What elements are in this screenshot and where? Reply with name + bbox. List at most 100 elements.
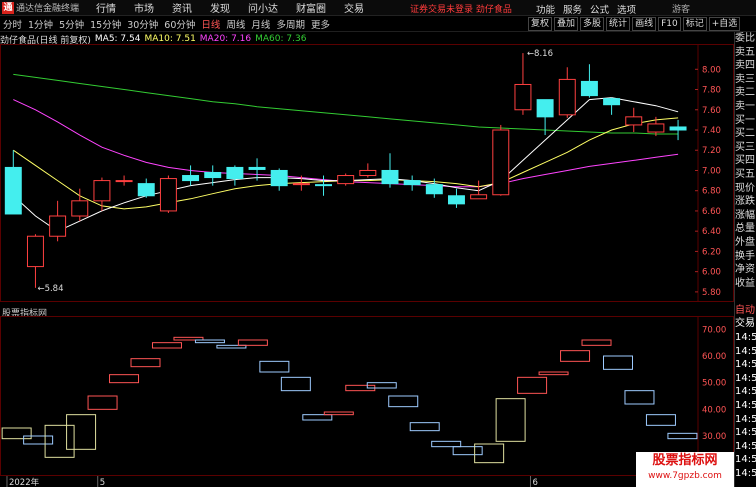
sidebar-item-18[interactable]: 收益 bbox=[735, 277, 756, 291]
sidebar-item-19[interactable] bbox=[735, 290, 756, 304]
watermark: 股票指标网 www.7gpzb.com bbox=[636, 452, 734, 487]
sidebar-item-8[interactable]: 买三 bbox=[735, 141, 756, 155]
period-tab-7[interactable]: 周线 bbox=[223, 17, 248, 31]
sidebar-item-0[interactable]: 委比 bbox=[735, 32, 756, 46]
sidebar-item-28[interactable]: 14:5 bbox=[735, 413, 756, 427]
price-tick-3: 7.40 bbox=[702, 126, 721, 136]
menu-item-4[interactable]: 问小达 bbox=[239, 0, 287, 15]
sidebar-item-24[interactable]: 14:5 bbox=[735, 358, 756, 372]
sidebar-item-2[interactable]: 卖四 bbox=[735, 59, 756, 73]
ma20-value: MA20: 7.16 bbox=[199, 34, 252, 44]
ma5-line bbox=[12, 97, 679, 232]
tool-button-7[interactable]: +自选 bbox=[708, 17, 741, 31]
tool-button-1[interactable]: 叠加 bbox=[554, 17, 579, 31]
sidebar-item-1[interactable]: 卖五 bbox=[735, 46, 756, 60]
indicator-box-30 bbox=[645, 414, 676, 426]
candle-body-22 bbox=[492, 129, 510, 196]
sidebar-item-3[interactable]: 卖三 bbox=[735, 73, 756, 87]
sidebar-item-10[interactable]: 买五 bbox=[735, 168, 756, 182]
login-notice[interactable]: 证券交易未登录 劲仔食品 bbox=[410, 2, 512, 15]
sidebar-item-17[interactable]: 净资 bbox=[735, 263, 756, 277]
menu-item-6[interactable]: 交易 bbox=[335, 0, 373, 15]
indicator-box-29 bbox=[624, 390, 655, 405]
sidebar-item-7[interactable]: 买二 bbox=[735, 127, 756, 141]
price-tick-0: 8.00 bbox=[702, 65, 721, 75]
right-menu-item-3[interactable]: 选项 bbox=[613, 2, 640, 16]
candle-body-29 bbox=[647, 123, 665, 133]
candle-body-13 bbox=[292, 183, 310, 186]
period-tab-6[interactable]: 日线 bbox=[198, 17, 223, 31]
menu-item-1[interactable]: 市场 bbox=[125, 0, 163, 15]
sidebar-item-22[interactable]: 14:5 bbox=[735, 331, 756, 345]
period-tab-8[interactable]: 月线 bbox=[248, 17, 273, 31]
period-tab-1[interactable]: 1分钟 bbox=[25, 17, 56, 31]
ma10-value: MA10: 7.51 bbox=[144, 34, 196, 44]
sidebar-item-26[interactable]: 14:5 bbox=[735, 385, 756, 399]
menu-item-0[interactable]: 行情 bbox=[87, 0, 125, 15]
tool-button-4[interactable]: 画线 bbox=[632, 17, 657, 31]
sidebar-item-21[interactable]: 交易 bbox=[735, 317, 756, 331]
sidebar-item-23[interactable]: 14:5 bbox=[735, 345, 756, 359]
period-tab-3[interactable]: 15分钟 bbox=[87, 17, 124, 31]
indicator-box-31 bbox=[667, 432, 698, 440]
sidebar-item-16[interactable]: 换手 bbox=[735, 250, 756, 264]
price-tick-4: 7.20 bbox=[702, 146, 721, 156]
right-menu: 功能 服务 公式 选项 bbox=[532, 2, 640, 16]
period-tab-10[interactable]: 更多 bbox=[308, 17, 333, 31]
indicator-tick-3: 40.00 bbox=[702, 405, 726, 415]
right-menu-item-0[interactable]: 功能 bbox=[532, 2, 559, 16]
sidebar-item-31[interactable]: 14:5 bbox=[735, 453, 756, 467]
indicator-box-20 bbox=[431, 440, 462, 448]
watermark-title: 股票指标网 bbox=[652, 453, 718, 468]
period-tab-5[interactable]: 60分钟 bbox=[161, 17, 198, 31]
sidebar-item-4[interactable]: 卖二 bbox=[735, 86, 756, 100]
right-menu-item-2[interactable]: 公式 bbox=[586, 2, 613, 16]
candle-body-10 bbox=[226, 166, 244, 180]
indicator-box-6 bbox=[130, 358, 161, 368]
price-tick-6: 6.80 bbox=[702, 187, 721, 197]
price-tick-1: 7.80 bbox=[702, 86, 721, 96]
sidebar-item-13[interactable]: 涨幅 bbox=[735, 209, 756, 223]
sidebar-item-5[interactable]: 卖一 bbox=[735, 100, 756, 114]
indicator-box-4 bbox=[87, 395, 118, 410]
candle-body-16 bbox=[359, 169, 377, 177]
sidebar-item-32[interactable]: 14:5 bbox=[735, 467, 756, 481]
menu-item-3[interactable]: 发现 bbox=[201, 0, 239, 15]
tool-button-5[interactable]: F10 bbox=[658, 17, 681, 31]
tool-button-2[interactable]: 多股 bbox=[580, 17, 605, 31]
user-label[interactable]: 游客 bbox=[672, 2, 690, 15]
sidebar-item-20[interactable]: 自动 bbox=[735, 304, 756, 318]
period-tab-0[interactable]: 分时 bbox=[0, 17, 25, 31]
sidebar-item-25[interactable]: 14:5 bbox=[735, 372, 756, 386]
indicator-box-9 bbox=[194, 339, 225, 344]
candle-body-17 bbox=[381, 169, 399, 185]
sidebar-item-29[interactable]: 14:5 bbox=[735, 426, 756, 440]
kline-chart[interactable]: 8.00 7.80 7.60 7.40 7.20 7.00 6.80 6.60 6.40 6.20… bbox=[0, 44, 734, 302]
menu-item-2[interactable]: 资讯 bbox=[163, 0, 201, 15]
price-tick-11: 5.80 bbox=[702, 288, 721, 298]
sidebar-item-14[interactable]: 总量 bbox=[735, 222, 756, 236]
right-menu-item-1[interactable]: 服务 bbox=[559, 2, 586, 16]
indicator-tick-4: 30.00 bbox=[702, 432, 726, 442]
price-tick-8: 6.40 bbox=[702, 227, 721, 237]
menu-item-5[interactable]: 财富圈 bbox=[287, 0, 335, 15]
period-tab-4[interactable]: 30分钟 bbox=[124, 17, 161, 31]
tool-button-0[interactable]: 复权 bbox=[528, 17, 553, 31]
period-tab-2[interactable]: 5分钟 bbox=[56, 17, 87, 31]
candle-body-30 bbox=[669, 126, 687, 131]
sidebar-item-15[interactable]: 外盘 bbox=[735, 236, 756, 250]
indicator-box-1 bbox=[23, 435, 54, 445]
candle-body-26 bbox=[580, 80, 598, 97]
sidebar-item-6[interactable]: 买一 bbox=[735, 114, 756, 128]
sidebar-item-9[interactable]: 买四 bbox=[735, 154, 756, 168]
period-tab-9[interactable]: 多周期 bbox=[273, 17, 308, 31]
tool-button-3[interactable]: 统计 bbox=[606, 17, 631, 31]
indicator-box-15 bbox=[323, 411, 354, 416]
tool-button-6[interactable]: 标记 bbox=[682, 17, 707, 31]
indicator-chart[interactable]: 70.0060.0050.0040.0030.0020.00 bbox=[0, 316, 734, 476]
sidebar-item-30[interactable]: 14:5 bbox=[735, 440, 756, 454]
sidebar-item-11[interactable]: 现价 bbox=[735, 182, 756, 196]
indicator-box-3 bbox=[66, 414, 97, 450]
sidebar-item-27[interactable]: 14:5 bbox=[735, 399, 756, 413]
sidebar-item-12[interactable]: 涨跌 bbox=[735, 195, 756, 209]
